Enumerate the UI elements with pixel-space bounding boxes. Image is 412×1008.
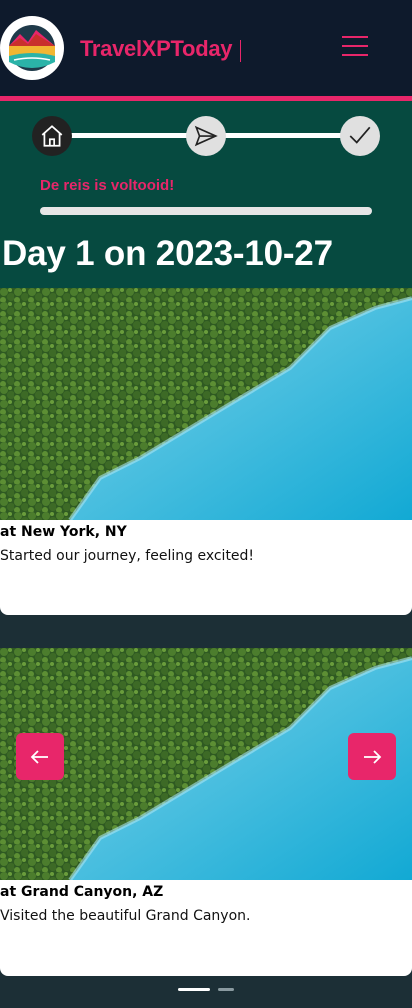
hamburger-menu-icon[interactable] xyxy=(340,34,370,58)
send-icon xyxy=(194,125,218,147)
status-progress-bar xyxy=(40,207,372,215)
arrow-left-icon xyxy=(30,749,48,764)
step-done[interactable] xyxy=(340,116,380,156)
carousel-dot-active[interactable] xyxy=(178,988,210,991)
check-icon xyxy=(349,126,371,144)
entry-location: at New York, NY xyxy=(0,524,127,540)
entry-card[interactable]: at New York, NY Started our journey, fee… xyxy=(0,288,412,615)
status-message: De reis is voltooid! xyxy=(40,177,175,194)
arrow-right-icon xyxy=(364,749,382,764)
text-caret xyxy=(240,40,241,62)
carousel-prev-button[interactable] xyxy=(16,733,64,780)
carousel-dot[interactable] xyxy=(218,988,234,991)
step-home[interactable] xyxy=(32,116,72,156)
app-header: TravelXPToday xyxy=(0,0,412,97)
day-title: Day 1 on 2023-10-27 xyxy=(2,234,333,273)
entry-location: at Grand Canyon, AZ xyxy=(0,884,164,900)
trip-progress-panel: De reis is voltooid! Day 1 on 2023-10-27 xyxy=(0,101,412,288)
carousel-indicators xyxy=(0,988,412,992)
entry-text: Visited the beautiful Grand Canyon. xyxy=(0,908,251,924)
entry-card[interactable]: at Grand Canyon, AZ Visited the beautifu… xyxy=(0,648,412,976)
home-icon xyxy=(41,125,63,147)
landscape-logo-icon[interactable] xyxy=(0,16,64,80)
carousel-next-button[interactable] xyxy=(348,733,396,780)
step-send[interactable] xyxy=(186,116,226,156)
aerial-forest-lake-photo xyxy=(0,288,412,520)
brand-name[interactable]: TravelXPToday xyxy=(80,36,233,62)
entry-text: Started our journey, feeling excited! xyxy=(0,548,255,564)
